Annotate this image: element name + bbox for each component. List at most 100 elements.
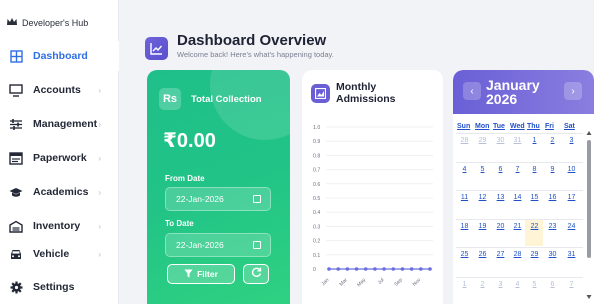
calendar-day[interactable]: 17 [563,194,580,201]
calendar-day[interactable]: 19 [474,223,491,230]
x-tick-label: Jul [377,277,386,286]
page-title: Dashboard Overview [177,32,327,49]
calendar-day[interactable]: 5 [474,166,491,173]
calendar-day[interactable]: 29 [526,251,543,258]
decorative-circle [210,70,290,140]
calendar-day[interactable]: 26 [474,251,491,258]
calendar-day[interactable]: 29 [474,137,491,144]
y-tick-label: 0 [313,267,316,273]
calendar-year: 2026 [486,91,518,107]
calendar-day-today[interactable]: 22 [526,223,543,230]
calendar-day[interactable]: 28 [509,251,526,258]
sidebar-item-settings[interactable]: Settings [0,272,119,302]
chevron-right-icon: › [98,249,101,259]
sidebar: Developer's Hub Dashboard Accounts › Man… [0,0,119,304]
from-date-input[interactable]: 22-Jan-2026 [165,187,271,211]
calendar-day[interactable]: 10 [563,166,580,173]
calendar-day[interactable]: 25 [456,251,473,258]
calendar-day[interactable]: 30 [492,137,509,144]
x-tick-label: May [356,277,367,288]
admissions-point-oct[interactable] [409,267,414,271]
admissions-point-jul[interactable] [382,267,386,271]
calendar-day[interactable]: 13 [492,194,509,201]
brand-name: Developer's Hub [22,18,89,28]
sidebar-item-accounts[interactable]: Accounts › [0,75,119,105]
chevron-right-icon: › [98,221,101,231]
calendar-day[interactable]: 3 [563,137,580,144]
calendar-weekday: Wed [510,123,525,130]
y-tick-label: 0.8 [313,153,320,159]
calendar-icon[interactable] [253,241,261,249]
filter-button[interactable]: Filter [167,264,235,284]
gear-icon [9,280,23,294]
calendar-day[interactable]: 7 [509,166,526,173]
admissions-point-jan[interactable] [327,267,331,271]
sidebar-item-inventory[interactable]: Inventory › [0,211,119,241]
calendar-day[interactable]: 31 [563,251,580,258]
calendar-day[interactable]: 11 [456,194,473,201]
next-month-button[interactable]: › [564,82,582,100]
calendar-day[interactable]: 24 [563,223,580,230]
sidebar-item-vehicle[interactable]: Vehicle › [0,239,119,269]
calendar-day[interactable]: 2 [544,137,561,144]
prev-month-button[interactable]: ‹ [463,82,481,100]
calendar-day[interactable]: 4 [509,281,526,288]
sidebar-item-management[interactable]: Management › [0,109,119,139]
calendar-day[interactable]: 23 [544,223,561,230]
calendar-day[interactable]: 1 [526,137,543,144]
calendar-day[interactable]: 7 [563,281,580,288]
calendar-icon[interactable] [253,195,261,203]
calendar-day[interactable]: 14 [509,194,526,201]
calendar-day[interactable]: 27 [492,251,509,258]
x-tick-label: Jan [320,277,330,287]
calendar-day[interactable]: 1 [456,281,473,288]
calendar-day[interactable]: 12 [474,194,491,201]
calendar-day[interactable]: 18 [456,223,473,230]
calendar-day[interactable]: 21 [509,223,526,230]
calendar-day[interactable]: 20 [492,223,509,230]
y-tick-label: 0.4 [313,210,320,216]
calendar-day[interactable]: 15 [526,194,543,201]
admissions-point-sep[interactable] [400,267,405,271]
calendar-day[interactable]: 9 [544,166,561,173]
admissions-point-mar[interactable] [345,267,350,271]
filter-icon [184,269,193,280]
calendar-day[interactable]: 28 [456,137,473,144]
sidebar-item-paperwork[interactable]: Paperwork › [0,143,119,173]
calendar-row-divider [456,277,583,278]
admissions-point-aug[interactable] [391,267,396,271]
calendar-day[interactable]: 16 [544,194,561,201]
rupee-icon: Rs [159,88,181,110]
calendar-day[interactable]: 5 [526,281,543,288]
calendar-day[interactable]: 31 [509,137,526,144]
calendar-day[interactable]: 6 [544,281,561,288]
admissions-point-nov[interactable] [419,267,423,271]
brand: Developer's Hub [6,16,88,30]
x-tick-label: Nov [412,277,423,288]
admissions-chart: 1.0 0.9 0.8 0.7 0.6 0.5 0.4 0.3 0.2 0.1 0 Jan Mar May… [313,125,433,288]
from-date-value: 22-Jan-2026 [176,194,224,204]
calendar-day[interactable]: 4 [456,166,473,173]
calendar-weekday: Sat [564,123,575,130]
admissions-point-dec[interactable] [428,267,432,271]
calendar-scrollbar[interactable] [586,130,592,302]
calendar-weekday: Mon [475,123,490,130]
admissions-point-feb[interactable] [336,267,340,271]
admissions-point-apr[interactable] [354,267,359,271]
sidebar-item-academics[interactable]: Academics › [0,177,119,207]
x-tick-label: Mar [338,277,349,288]
calendar-day[interactable]: 3 [492,281,509,288]
calendar-day[interactable]: 2 [474,281,491,288]
to-date-input[interactable]: 22-Jan-2026 [165,233,271,257]
calendar-weekday: Fri [545,123,554,130]
calendar-day[interactable]: 6 [492,166,509,173]
calendar-weekday: Tue [493,123,505,130]
admissions-point-may[interactable] [363,267,368,271]
admissions-point-jun[interactable] [373,267,377,271]
sidebar-item-dashboard[interactable]: Dashboard [0,41,119,71]
calendar-day[interactable]: 30 [544,251,561,258]
calendar-row-divider [456,219,583,220]
calendar-day[interactable]: 8 [526,166,543,173]
chevron-right-icon: › [98,119,101,129]
reset-button[interactable] [243,264,269,284]
